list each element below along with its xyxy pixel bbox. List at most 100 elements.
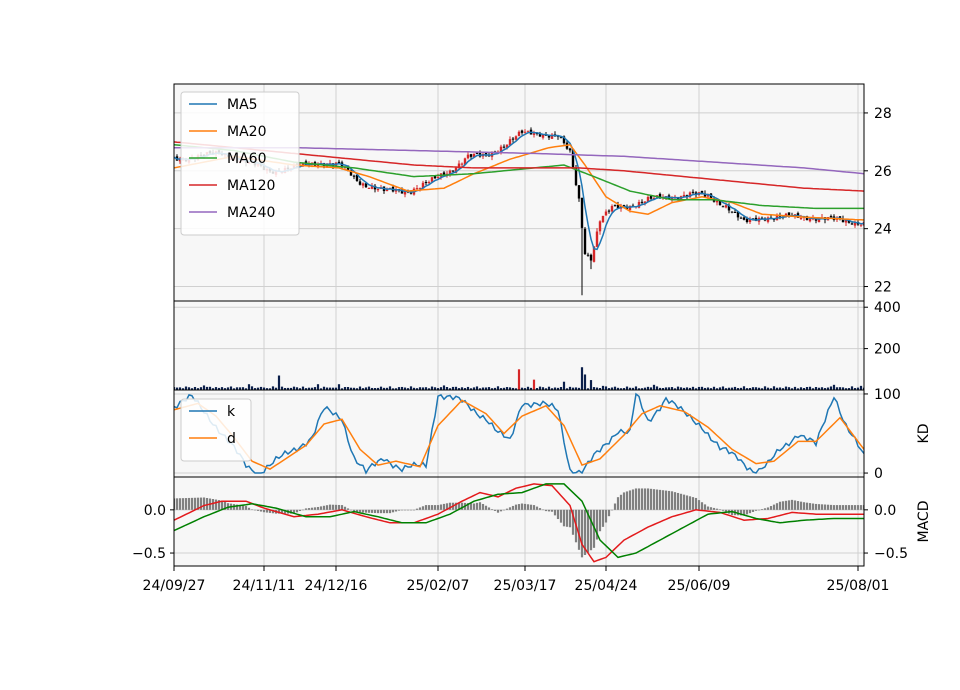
candle-body	[601, 215, 605, 223]
macd-histogram-bar	[484, 505, 488, 510]
candle-body	[691, 191, 695, 193]
volume-bar	[271, 386, 275, 390]
kd-axis-label: KD	[916, 424, 932, 444]
macd-histogram-bar	[361, 509, 365, 513]
candle-body	[595, 231, 599, 247]
macd-histogram-bar	[859, 505, 863, 510]
macd-histogram-bar	[838, 505, 842, 510]
macd-histogram-bar	[697, 500, 701, 510]
macd-histogram-bar	[211, 499, 215, 510]
macd-histogram-bar	[700, 502, 704, 510]
macd-histogram-bar	[556, 509, 560, 520]
x-tick-label: 25/03/17	[494, 578, 557, 594]
x-tick-label: 25/08/01	[827, 578, 890, 594]
macd-histogram-bar	[799, 501, 803, 510]
macd-histogram-bar	[601, 509, 605, 527]
macd-histogram-bar	[415, 508, 419, 510]
macd-histogram-bar	[757, 509, 761, 511]
macd-histogram-bar	[490, 509, 494, 510]
macd-histogram-bar	[844, 505, 848, 510]
macd-histogram-bar	[403, 509, 407, 511]
x-tick-label: 24/11/11	[233, 578, 296, 594]
volume-bar	[589, 380, 593, 390]
macd-histogram-bar	[469, 503, 473, 510]
macd-histogram-bar	[847, 505, 851, 510]
macd-histogram-bar	[421, 506, 425, 510]
macd-histogram-bar	[649, 488, 653, 510]
macd-histogram-bar	[394, 509, 398, 512]
candle-body	[589, 254, 593, 261]
candle-body	[649, 195, 653, 199]
macd-histogram-bar	[214, 499, 218, 510]
macd-histogram-bar	[760, 509, 764, 510]
volume-bar	[655, 386, 659, 390]
macd-histogram-bar	[502, 509, 506, 511]
macd-histogram-bar	[259, 509, 263, 512]
ma-legend-label: MA5	[227, 97, 258, 113]
macd-histogram-bar	[409, 509, 413, 511]
macd-histogram-bar	[769, 506, 773, 510]
macd-histogram-bar	[661, 490, 665, 510]
macd-histogram-bar	[658, 489, 662, 510]
macd-histogram-bar	[580, 509, 584, 558]
macd-histogram-bar	[619, 494, 623, 510]
macd-histogram-bar	[832, 505, 836, 510]
macd-histogram-bar	[637, 488, 641, 510]
candle-body	[526, 130, 530, 132]
macd-histogram-bar	[853, 505, 857, 510]
macd-histogram-bar	[790, 499, 794, 510]
macd-axis-label: MACD	[916, 501, 932, 543]
macd-histogram-bar	[310, 507, 314, 510]
macd-histogram-bar	[202, 497, 206, 510]
macd-histogram-bar	[334, 504, 338, 510]
volume-bar	[625, 386, 629, 390]
macd-histogram-bar	[385, 509, 389, 514]
macd-histogram-bar	[547, 509, 551, 512]
macd-histogram-bar	[607, 509, 611, 517]
macd-histogram-bar	[520, 503, 524, 510]
macd-histogram-bar	[508, 507, 512, 510]
macd-histogram-bar	[751, 509, 755, 512]
candle-body	[850, 223, 854, 225]
macd-histogram-bar	[655, 489, 659, 510]
volume-bar	[532, 379, 536, 390]
kd-ytick-label: 100	[874, 387, 901, 403]
ma-legend-label: MA60	[227, 151, 266, 167]
macd-histogram-bar	[625, 491, 629, 510]
candle-body	[337, 161, 341, 164]
macd-histogram-bar	[745, 509, 749, 515]
macd-histogram-bar	[754, 509, 758, 511]
macd-histogram-bar	[775, 503, 779, 510]
ma-legend-label: MA240	[227, 205, 275, 221]
macd-histogram-bar	[184, 498, 188, 510]
macd-histogram-bar	[373, 509, 377, 514]
macd-histogram-bar	[307, 508, 311, 510]
candle-body	[640, 201, 644, 203]
macd-left-ytick-label: 0.0	[144, 503, 166, 519]
macd-histogram-bar	[313, 507, 317, 510]
macd-histogram-bar	[772, 504, 776, 510]
macd-histogram-bar	[826, 504, 830, 510]
macd-histogram-bar	[811, 503, 815, 510]
macd-histogram-bar	[322, 505, 326, 510]
macd-histogram-bar	[358, 509, 362, 513]
macd-histogram-bar	[250, 509, 254, 511]
kd-ytick-label: 0	[874, 466, 883, 482]
macd-histogram-bar	[766, 507, 770, 510]
macd-histogram-bar	[436, 505, 440, 510]
macd-histogram-bar	[427, 505, 431, 510]
macd-histogram-bar	[631, 489, 635, 510]
candle-body	[511, 138, 515, 140]
volume-bar	[442, 385, 446, 390]
macd-histogram-bar	[376, 509, 380, 514]
macd-histogram-bar	[559, 509, 563, 523]
volume-bar	[829, 386, 833, 390]
macd-histogram-bar	[808, 503, 812, 510]
volume-bar	[859, 385, 863, 390]
macd-histogram-bar	[610, 509, 614, 511]
macd-histogram-bar	[688, 496, 692, 510]
volume-bar	[634, 386, 638, 390]
macd-histogram-bar	[670, 491, 674, 510]
macd-histogram-bar	[793, 500, 797, 510]
macd-histogram-bar	[550, 509, 554, 512]
